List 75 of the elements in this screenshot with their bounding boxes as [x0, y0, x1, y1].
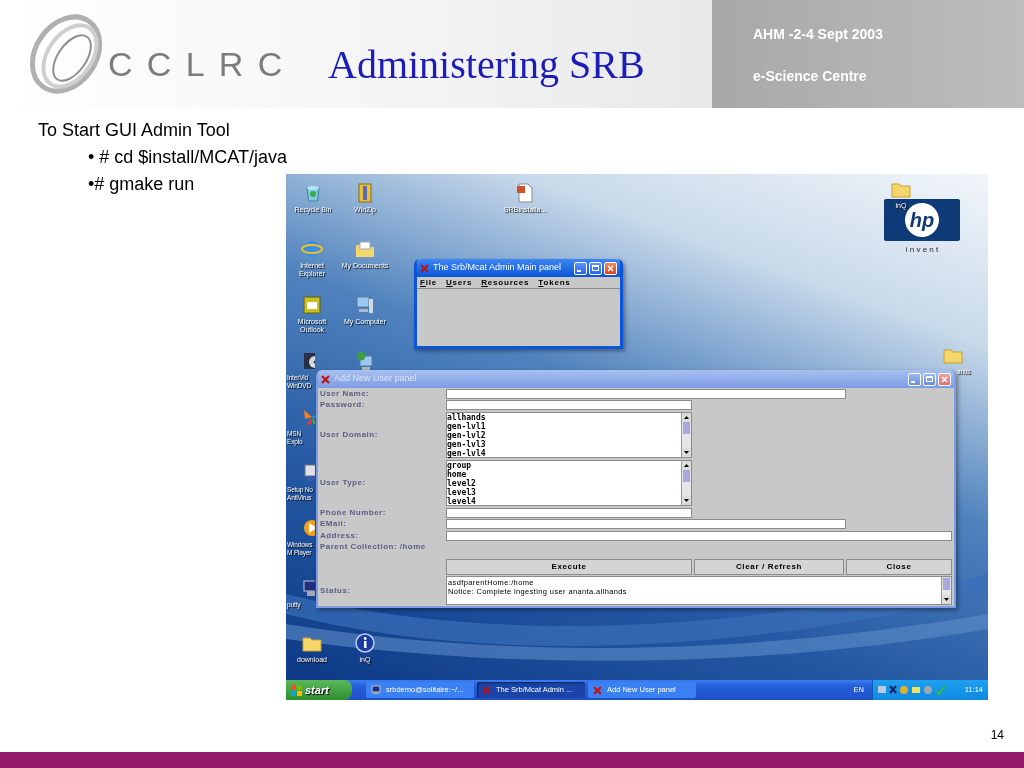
terminal-icon[interactable]	[301, 577, 315, 599]
text-field[interactable]	[446, 519, 846, 530]
text-field[interactable]	[446, 400, 692, 411]
scrollbar[interactable]	[681, 413, 691, 457]
cross-icon	[420, 263, 429, 273]
text-field[interactable]	[446, 507, 692, 518]
body-heading: To Start GUI Admin Tool	[38, 119, 230, 142]
menu-item[interactable]: Tokens	[538, 277, 571, 288]
network-computer-icon[interactable]	[354, 350, 376, 372]
field-label: User Domain:	[319, 429, 379, 441]
scrollbar[interactable]	[941, 577, 951, 604]
down-arrow-icon[interactable]	[944, 598, 949, 601]
list-option[interactable]: gen-lvl2	[447, 431, 681, 440]
list-option[interactable]: allhands	[447, 413, 681, 422]
slide-title: Administering SRB	[328, 41, 645, 89]
text-field[interactable]	[446, 530, 952, 541]
close-icon	[941, 375, 948, 383]
scrollbar[interactable]	[681, 461, 691, 505]
bullet-text: • # cd $install/MCAT/java	[87, 146, 288, 169]
document-icon[interactable]	[514, 182, 536, 204]
up-arrow-icon[interactable]	[684, 464, 689, 467]
setup-icon[interactable]	[301, 462, 315, 484]
info-icon[interactable]	[354, 632, 376, 654]
list-option[interactable]: gen-lvl1	[447, 422, 681, 431]
list-option[interactable]: gen-lvl3	[447, 440, 681, 449]
close-icon	[607, 264, 614, 272]
logo-text: CCLRC	[108, 43, 298, 85]
menu-item[interactable]: Users	[446, 277, 473, 288]
cross-icon	[321, 374, 330, 384]
page-number: 14	[990, 727, 1004, 744]
menu-item[interactable]: File	[420, 277, 437, 288]
field-label: EMail:	[319, 518, 348, 531]
field-label: User Type:	[319, 477, 367, 489]
field-label: Address:	[319, 529, 360, 542]
field-label: User Name:	[319, 387, 371, 400]
field-label: Parent Collection: /home	[319, 541, 426, 553]
cross-icon	[593, 685, 602, 695]
text-field[interactable]	[446, 388, 846, 399]
logo-tagline: i n v e n t	[904, 244, 940, 256]
organisation: e-Science Centre	[753, 67, 868, 86]
window-title: The Srb/Mcat Admin Main panel	[433, 261, 563, 275]
logo-mark: hp	[909, 210, 935, 230]
bullet-text: •# gmake run	[87, 173, 195, 196]
down-arrow-icon[interactable]	[684, 451, 689, 454]
list-option[interactable]: level4	[447, 497, 681, 506]
computer-icon[interactable]	[354, 294, 376, 316]
list-box[interactable]: group home level2 level3 level4	[446, 460, 692, 506]
field-label: Status:	[319, 584, 352, 597]
up-arrow-icon[interactable]	[684, 416, 689, 419]
form-button[interactable]: Clear / Refresh	[694, 558, 844, 575]
list-option[interactable]: level2	[447, 479, 681, 488]
window-title: Add New User panel	[334, 372, 418, 386]
maximize-button[interactable]	[589, 261, 602, 275]
minimize-button[interactable]	[908, 372, 921, 386]
tray-icons-drawing[interactable]	[878, 685, 948, 695]
windows-flag-icon	[291, 684, 302, 696]
form-button[interactable]: Close	[846, 558, 952, 575]
list-option[interactable]: gen-lvl4	[447, 449, 681, 458]
cross-icon	[482, 685, 491, 695]
minimize-button[interactable]	[574, 261, 587, 275]
field-label: Phone Number:	[319, 506, 387, 519]
list-option[interactable]: level3	[447, 488, 681, 497]
close-button[interactable]	[938, 372, 951, 386]
list-option[interactable]: home	[447, 470, 681, 479]
maximize-button[interactable]	[923, 372, 936, 386]
list-option[interactable]: group	[447, 461, 681, 470]
mail-icon[interactable]	[301, 294, 323, 316]
list-box[interactable]: allhands gen-lvl1 gen-lvl2 gen-lvl3 gen-lvl4	[446, 412, 692, 458]
down-arrow-icon[interactable]	[684, 499, 689, 502]
form-button[interactable]: Execute	[446, 558, 692, 575]
terminal-icon	[371, 685, 381, 695]
field-label: Password:	[319, 399, 366, 412]
event-date: AHM -2-4 Sept 2003	[753, 25, 884, 44]
menu-item[interactable]: Resources	[481, 277, 530, 288]
close-button[interactable]	[604, 261, 617, 275]
